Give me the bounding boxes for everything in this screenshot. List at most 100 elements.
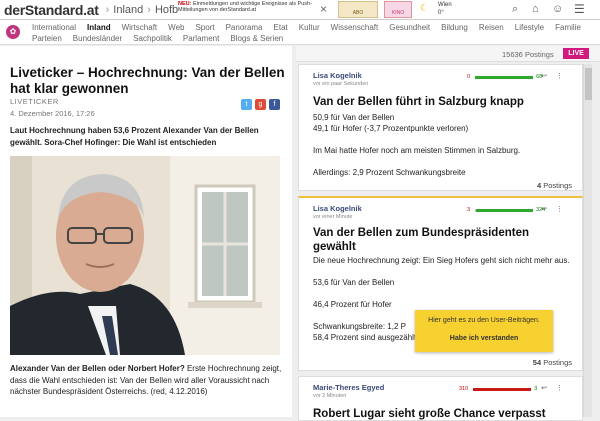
kino-badge[interactable]: KINO: [384, 1, 412, 18]
ticker-entry: Marie-Theres Egyed vor 2 Minuten 310 3 ↩…: [298, 376, 583, 421]
nav-item-sport[interactable]: Sport: [195, 23, 214, 32]
push-notice-text: Einmeldungen und wichtige Ereignisse als…: [178, 1, 312, 13]
live-badge[interactable]: LIVE: [563, 48, 589, 59]
article-kicker: LIVETICKER: [10, 97, 59, 106]
abo-badge[interactable]: ABO: [338, 1, 378, 18]
entry-postings-label: Postings: [541, 181, 572, 190]
scrollbar-thumb[interactable]: [585, 68, 592, 100]
tooltip-text: Hier geht es zu den User-Beiträgen.: [428, 317, 540, 324]
nav-item-gesundheit[interactable]: Gesundheit: [389, 23, 430, 32]
entry-title: Van der Bellen zum Bundespräsidenten gew…: [313, 227, 529, 253]
close-icon[interactable]: ×: [320, 2, 327, 16]
moon-icon: ☾: [420, 3, 429, 14]
menu-icon[interactable]: ☰: [574, 2, 585, 16]
entry-line: 50,9 für Van der Bellen: [313, 113, 395, 122]
gear-icon[interactable]: ✿: [6, 25, 20, 39]
rating-fill: [475, 208, 534, 212]
twitter-share-icon[interactable]: t: [241, 99, 252, 110]
caption-lead: Alexander Van der Bellen oder Norbert Ho…: [10, 364, 185, 373]
search-icon[interactable]: ⌕: [512, 3, 518, 16]
weather-temp: 0°: [438, 10, 444, 16]
more-icon[interactable]: ⋮: [556, 73, 572, 80]
nav-item-etat[interactable]: Etat: [274, 23, 288, 32]
entry-line: 49,1 für Hofer (-3,7 Prozentpunkte verlo…: [313, 124, 469, 133]
more-icon[interactable]: ⋮: [556, 206, 572, 213]
article-date: 4. Dezember 2016, 17:26: [10, 109, 95, 118]
entry-line: 46,4 Prozent für Hofer: [313, 300, 392, 309]
entry-time: vor einer Minute: [313, 214, 353, 220]
entry-time: vor 2 Minuten: [313, 393, 347, 399]
reply-icon[interactable]: ↩: [541, 385, 556, 392]
entry-line: Die neue Hochrechnung zeigt: Ein Sieg Ho…: [313, 256, 570, 265]
postings-count[interactable]: 15636 Postings: [502, 50, 554, 59]
article-title: Liveticker – Hochrechnung: Van der Belle…: [10, 65, 285, 96]
rating-negative: 310: [459, 386, 469, 392]
entry-actions: ↩⋮: [541, 72, 572, 80]
entry-body: 50,9 für Van der Bellen 49,1 für Hofer (-…: [313, 112, 573, 178]
nav-item-web[interactable]: Web: [168, 23, 184, 32]
rating-bar[interactable]: 0 68: [467, 74, 542, 80]
breadcrumb-inland[interactable]: Inland: [113, 4, 143, 16]
nav-secondary: Parteien Bundesländer Sachpolitik Parlament…: [32, 34, 294, 43]
entry-author[interactable]: Marie-Theres Egyed: [313, 383, 384, 392]
nav-item-parlament[interactable]: Parlament: [183, 34, 219, 43]
entry-postings-link[interactable]: 54 Postings: [533, 358, 572, 367]
facebook-share-icon[interactable]: f: [269, 99, 280, 110]
breadcrumb: › Inland › Hofb: [104, 4, 181, 16]
entry-time: vor ein paar Sekunden: [313, 81, 369, 87]
entry-line: [313, 288, 573, 299]
entry-title: Robert Lugar sieht große Chance verpasst: [313, 408, 546, 420]
push-notice[interactable]: NEU: Einmeldungen und wichtige Ereigniss…: [178, 1, 316, 13]
nav-item-bildung[interactable]: Bildung: [441, 23, 468, 32]
weather-city: Wien: [438, 2, 452, 8]
nav-item-inland[interactable]: Inland: [87, 23, 111, 32]
nav-item-bundesländer[interactable]: Bundesländer: [73, 34, 122, 43]
nav-item-wissenschaft[interactable]: Wissenschaft: [331, 23, 379, 32]
rating-positive: 3: [534, 386, 538, 392]
user-icon[interactable]: ☺: [552, 3, 563, 15]
entry-line: [313, 134, 573, 145]
entry-postings-link[interactable]: 4 Postings: [537, 181, 572, 190]
scrollbar[interactable]: [583, 64, 592, 417]
rating-fill: [475, 75, 534, 79]
entry-actions: ↩⋮: [541, 205, 572, 213]
nav-item-parteien[interactable]: Parteien: [32, 34, 62, 43]
entry-title: Van der Bellen führt in Salzburg knapp: [313, 96, 524, 108]
rating-bar[interactable]: 310 3: [459, 386, 537, 392]
entry-actions: ↩⋮: [541, 384, 572, 392]
googleplus-share-icon[interactable]: g: [255, 99, 266, 110]
nav-item-lifestyle[interactable]: Lifestyle: [515, 23, 544, 32]
rating-track: [473, 387, 532, 391]
nav-item-reisen[interactable]: Reisen: [479, 23, 504, 32]
reply-icon[interactable]: ↩: [541, 206, 556, 213]
nav-item-familie[interactable]: Familie: [555, 23, 581, 32]
nav-item-international[interactable]: International: [32, 23, 76, 32]
postings-bar: 15636 Postings LIVE: [296, 46, 600, 62]
nav-item-sachpolitik[interactable]: Sachpolitik: [133, 34, 172, 43]
rating-bar[interactable]: 3 324: [467, 207, 545, 213]
nav-item-panorama[interactable]: Panorama: [226, 23, 263, 32]
home-icon[interactable]: ⌂: [532, 3, 539, 15]
tooltip-confirm-button[interactable]: Habe ich verstanden: [415, 335, 553, 342]
site-logo[interactable]: derStandard.at: [4, 2, 99, 18]
nav-item-blogs-serien[interactable]: Blogs & Serien: [230, 34, 283, 43]
weather-widget[interactable]: Wien 0°: [438, 1, 452, 17]
nav-item-wirtschaft[interactable]: Wirtschaft: [122, 23, 158, 32]
entry-line: 53,6 für Van der Bellen: [313, 278, 395, 287]
nav-item-kultur[interactable]: Kultur: [299, 23, 320, 32]
entry-line: [313, 156, 573, 167]
reply-icon[interactable]: ↩: [541, 73, 556, 80]
onboarding-tooltip: Hier geht es zu den User-Beiträgen. Habe…: [415, 310, 553, 352]
article-photo[interactable]: [10, 156, 280, 355]
article-lead: Laut Hochrechnung haben 53,6 Prozent Ale…: [10, 126, 259, 147]
entry-author[interactable]: Lisa Kogelnik: [313, 204, 362, 213]
breadcrumb-separator: ›: [147, 3, 151, 16]
entry-author[interactable]: Lisa Kogelnik: [313, 71, 362, 80]
section-nav: ✿ International Inland Wirtschaft Web Sport P…: [0, 20, 600, 45]
rating-track: [475, 75, 534, 79]
entry-line: Allerdings: 2,9 Prozent Schwankungsbreit…: [313, 168, 466, 177]
breadcrumb-hofburg[interactable]: Hofb: [155, 4, 178, 16]
more-icon[interactable]: ⋮: [556, 385, 572, 392]
entry-postings-num: 54: [532, 358, 542, 367]
photo-caption: Alexander Van der Bellen oder Norbert Ho…: [10, 363, 285, 398]
